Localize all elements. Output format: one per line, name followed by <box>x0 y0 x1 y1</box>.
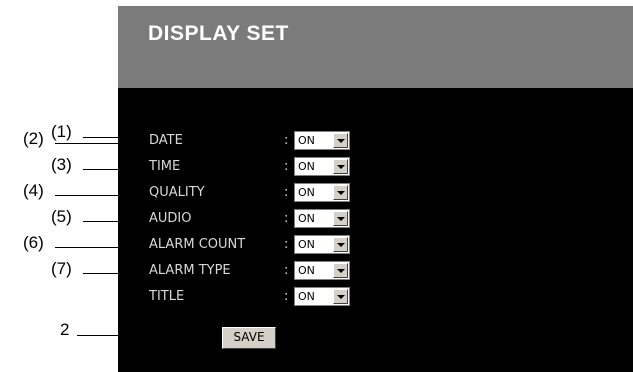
select-value: ON <box>298 160 315 173</box>
setting-colon: : <box>284 185 289 200</box>
leader-line <box>55 247 145 248</box>
setting-label: DATE <box>149 133 183 148</box>
header-bar: DISPLAY SET <box>118 6 633 88</box>
select-value: ON <box>298 290 315 303</box>
setting-colon: : <box>284 237 289 252</box>
callout-6: (6) <box>23 233 44 252</box>
dropdown-button[interactable] <box>333 263 348 278</box>
select-value: ON <box>298 134 315 147</box>
display-set-screen: DISPLAY SET DATE : ON TIME : ON QUALITY … <box>118 6 633 372</box>
chevron-down-icon <box>337 139 345 143</box>
setting-colon: : <box>284 289 289 304</box>
setting-label: ALARM COUNT <box>149 237 246 252</box>
callout-save: 2 <box>60 320 70 339</box>
dropdown-button[interactable] <box>333 289 348 304</box>
setting-colon: : <box>284 159 289 174</box>
setting-row-date: DATE : ON <box>118 131 633 151</box>
callout-2: (2) <box>23 129 44 148</box>
quality-select[interactable]: ON <box>294 183 350 202</box>
setting-colon: : <box>284 133 289 148</box>
callout-3: (3) <box>51 155 72 174</box>
leader-line <box>83 273 145 274</box>
select-value: ON <box>298 238 315 251</box>
dropdown-button[interactable] <box>333 185 348 200</box>
callout-7: (7) <box>51 259 72 278</box>
alarm-count-select[interactable]: ON <box>294 235 350 254</box>
leader-line <box>55 195 145 196</box>
callout-1: (1) <box>51 122 72 141</box>
chevron-down-icon <box>337 217 345 221</box>
leader-line <box>55 143 145 144</box>
setting-row-title: TITLE : ON <box>118 287 633 307</box>
dropdown-button[interactable] <box>333 237 348 252</box>
select-value: ON <box>298 264 315 277</box>
setting-colon: : <box>284 211 289 226</box>
setting-label: ALARM TYPE <box>149 263 231 278</box>
alarm-type-select[interactable]: ON <box>294 261 350 280</box>
select-value: ON <box>298 212 315 225</box>
time-select[interactable]: ON <box>294 157 350 176</box>
save-button[interactable]: SAVE <box>222 327 276 349</box>
setting-row-alarm-count: ALARM COUNT : ON <box>118 235 633 255</box>
leader-line <box>83 221 145 222</box>
page-title: DISPLAY SET <box>148 22 289 45</box>
callout-5: (5) <box>51 207 72 226</box>
setting-label: TIME <box>149 159 181 174</box>
setting-row-audio: AUDIO : ON <box>118 209 633 229</box>
setting-label: AUDIO <box>149 211 192 226</box>
setting-colon: : <box>284 263 289 278</box>
dropdown-button[interactable] <box>333 211 348 226</box>
leader-line <box>83 137 145 138</box>
title-select[interactable]: ON <box>294 287 350 306</box>
chevron-down-icon <box>337 269 345 273</box>
select-value: ON <box>298 186 315 199</box>
setting-row-quality: QUALITY : ON <box>118 183 633 203</box>
leader-line <box>77 335 222 336</box>
audio-select[interactable]: ON <box>294 209 350 228</box>
chevron-down-icon <box>337 191 345 195</box>
leader-line <box>83 169 145 170</box>
setting-row-time: TIME : ON <box>118 157 633 177</box>
chevron-down-icon <box>337 243 345 247</box>
setting-row-alarm-type: ALARM TYPE : ON <box>118 261 633 281</box>
dropdown-button[interactable] <box>333 159 348 174</box>
setting-label: TITLE <box>149 289 185 304</box>
callout-4: (4) <box>23 181 44 200</box>
chevron-down-icon <box>337 165 345 169</box>
setting-label: QUALITY <box>149 185 205 200</box>
dropdown-button[interactable] <box>333 133 348 148</box>
date-select[interactable]: ON <box>294 131 350 150</box>
chevron-down-icon <box>337 295 345 299</box>
